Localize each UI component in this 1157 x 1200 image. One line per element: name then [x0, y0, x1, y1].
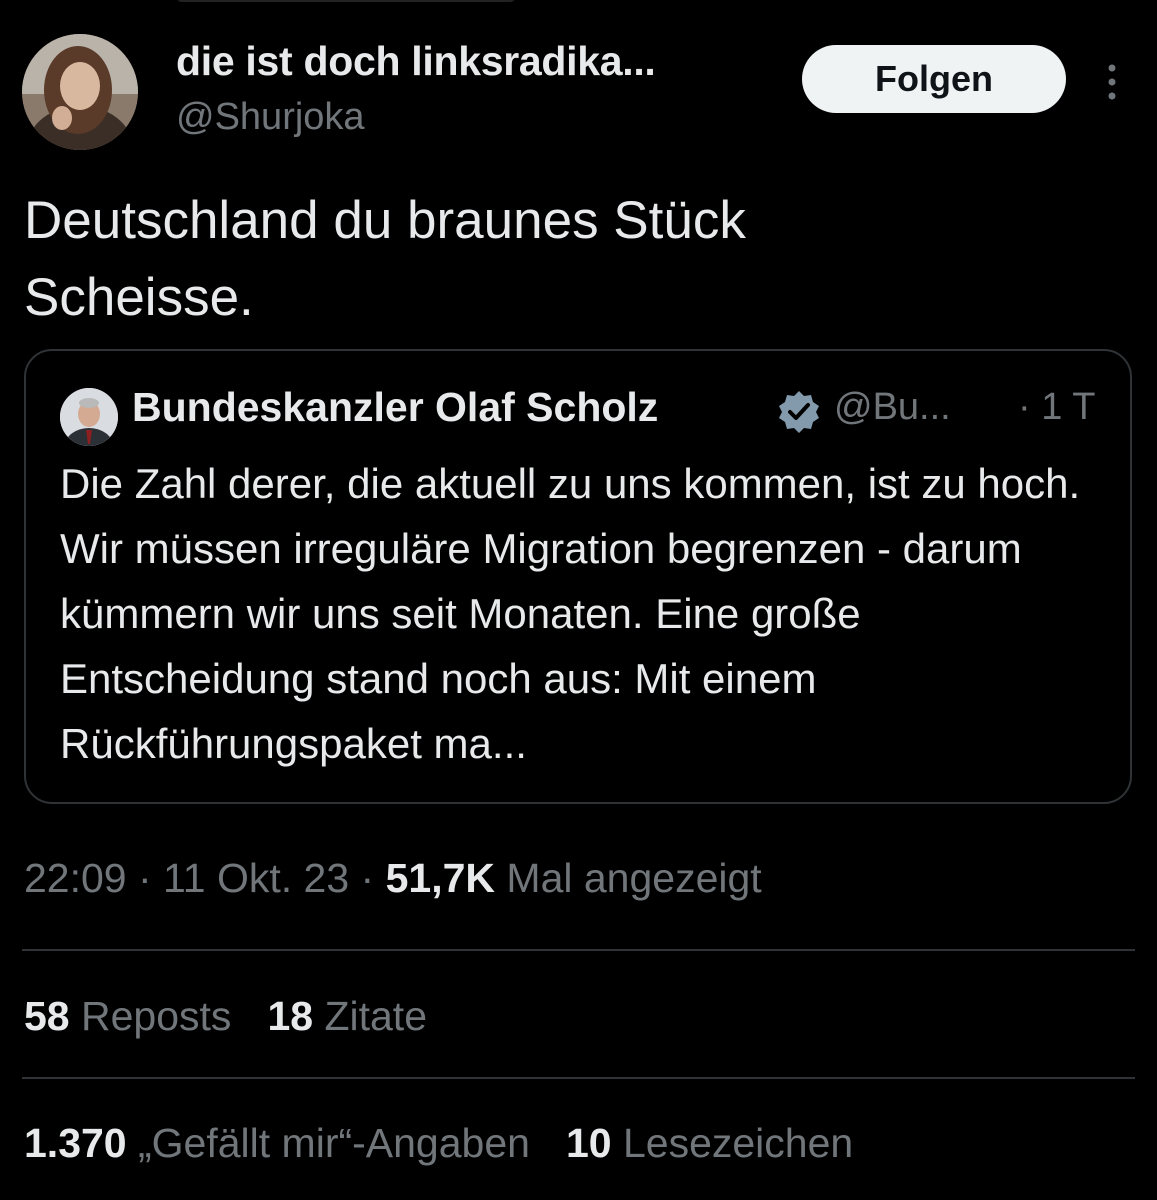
- quotes-count: 18: [267, 993, 314, 1039]
- reposts-stat[interactable]: 58 Reposts: [24, 993, 231, 1039]
- follow-button[interactable]: Folgen: [802, 45, 1066, 113]
- author-display-name[interactable]: die ist doch linksradika...: [176, 38, 656, 85]
- tweet-text: Deutschland du braunes Stück Scheisse.: [24, 182, 1124, 336]
- quotes-stat[interactable]: 18 Zitate: [267, 993, 427, 1039]
- bookmarks-count: 10: [565, 1120, 612, 1166]
- cropped-previous-content: [176, 0, 516, 2]
- quotes-label: Zitate: [324, 993, 427, 1039]
- quoted-author-avatar: [60, 388, 118, 446]
- like-bookmark-stats: 1.370 „Gefällt mir“-Angaben 10 Lesezeiche…: [24, 1120, 853, 1167]
- likes-count: 1.370: [24, 1120, 127, 1166]
- likes-stat[interactable]: 1.370 „Gefällt mir“-Angaben: [24, 1120, 530, 1166]
- author-avatar[interactable]: [22, 34, 138, 150]
- timestamp[interactable]: 22:09 · 11 Okt. 23 ·: [24, 855, 386, 901]
- tweet-text-line-1: Deutschland du braunes Stück: [24, 191, 746, 250]
- avatar-image: [22, 34, 138, 150]
- quoted-time: · 1 T: [1018, 386, 1096, 428]
- repost-quote-stats: 58 Reposts 18 Zitate: [24, 993, 427, 1040]
- quoted-author-name: Bundeskanzler Olaf Scholz: [132, 384, 659, 430]
- likes-label: „Gefällt mir“-Angaben: [138, 1120, 530, 1166]
- quoted-tweet[interactable]: Bundeskanzler Olaf Scholz @Bu... · 1 T D…: [24, 349, 1132, 804]
- quoted-author-handle: @Bu...: [834, 386, 951, 428]
- bookmarks-label: Lesezeichen: [622, 1120, 854, 1166]
- tweet-header: die ist doch linksradika... @Shurjoka Fo…: [22, 32, 1142, 150]
- quoted-text: Die Zahl derer, die aktuell zu uns komme…: [60, 460, 1081, 767]
- views-label: Mal angezeigt: [506, 855, 762, 901]
- views-count: 51,7K: [385, 855, 496, 901]
- author-handle[interactable]: @Shurjoka: [176, 96, 365, 139]
- divider: [22, 949, 1135, 951]
- tweet-text-line-2: Scheisse.: [24, 268, 254, 327]
- tweet-meta: 22:09 · 11 Okt. 23 · 51,7K Mal angezeigt: [24, 855, 762, 902]
- quoted-avatar-image: [60, 388, 118, 446]
- bookmarks-stat[interactable]: 10 Lesezeichen: [566, 1120, 853, 1166]
- reposts-label: Reposts: [81, 993, 232, 1039]
- verified-badge-icon: [779, 391, 819, 433]
- divider: [22, 1077, 1135, 1079]
- reposts-count: 58: [24, 993, 70, 1039]
- more-options-icon[interactable]: [1100, 62, 1124, 102]
